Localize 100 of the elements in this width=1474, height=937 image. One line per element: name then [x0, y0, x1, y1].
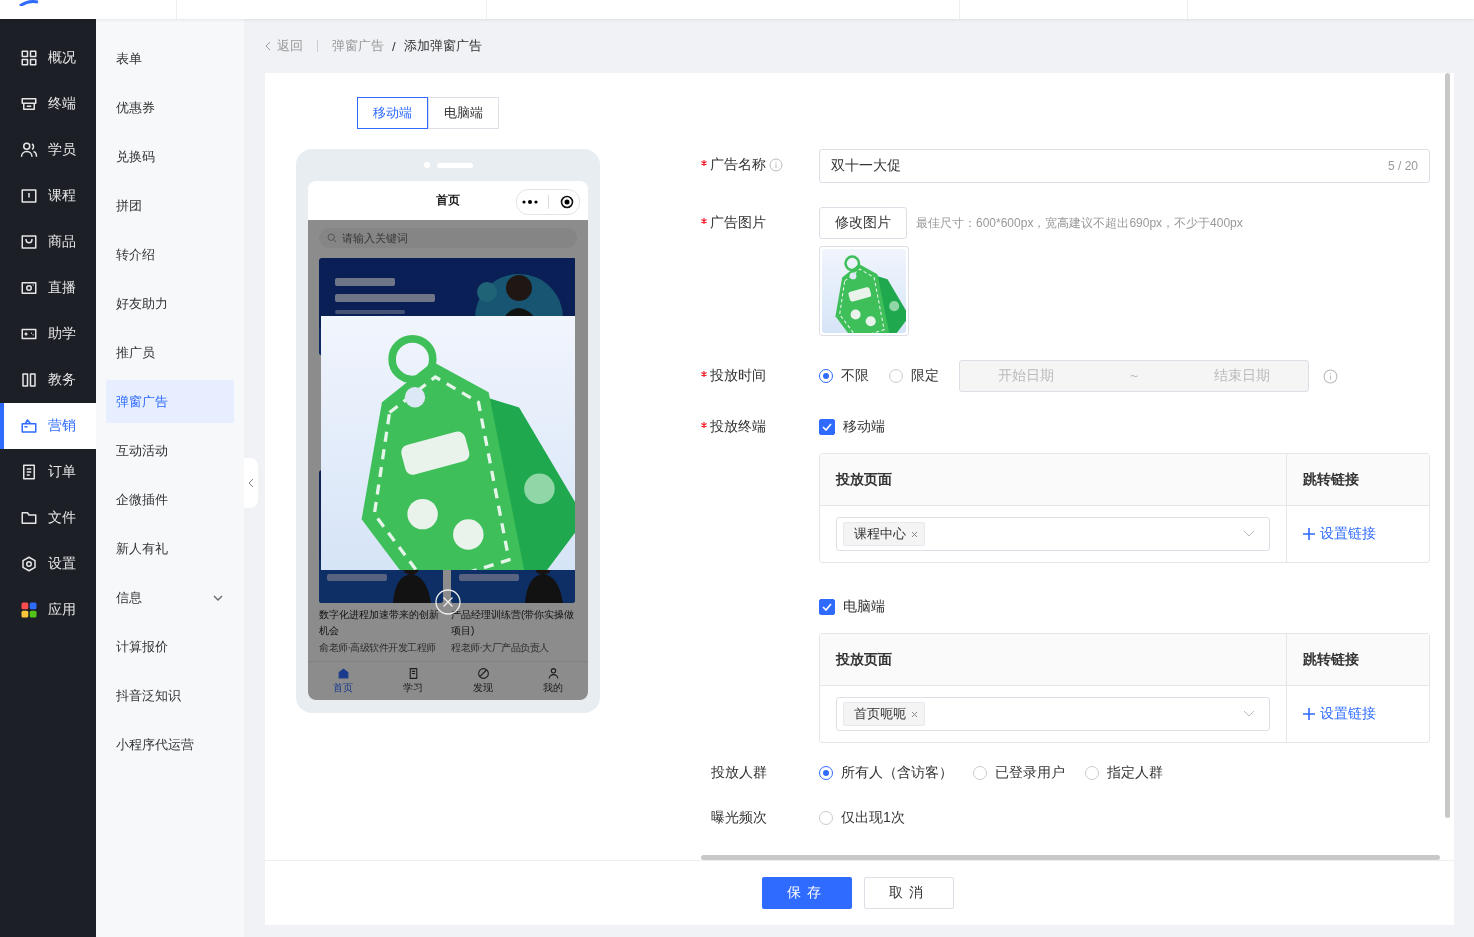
- column-header: 投放页面: [820, 634, 1286, 686]
- target-icon: [559, 195, 574, 209]
- radio-button[interactable]: [1085, 766, 1099, 780]
- page-title: 首页: [436, 192, 460, 209]
- nav-icon: [20, 509, 38, 527]
- sub-nav-item[interactable]: 新人有礼: [106, 527, 234, 570]
- nav-item[interactable]: 直播: [0, 265, 96, 311]
- chevron-left-icon: [248, 478, 254, 488]
- nav-icon: [20, 555, 38, 573]
- check-icon: [822, 423, 832, 431]
- nav-item[interactable]: 营销: [0, 403, 96, 449]
- scrollbar[interactable]: [1445, 73, 1450, 818]
- page-tag: 课程中心: [843, 522, 925, 546]
- nav-item[interactable]: 助学: [0, 311, 96, 357]
- sub-nav-item[interactable]: 转介绍: [106, 233, 234, 276]
- checkbox[interactable]: [819, 419, 835, 435]
- radio-label: 指定人群: [1107, 764, 1163, 782]
- page-select[interactable]: 首页呃呃: [836, 697, 1270, 731]
- checkbox-label: 移动端: [843, 418, 885, 436]
- column-header: 投放页面: [820, 454, 1286, 506]
- course-meta: 俞老师·高级软件开发工程师: [319, 641, 437, 655]
- change-image-button[interactable]: 修改图片: [819, 207, 907, 239]
- radio-button[interactable]: [819, 369, 833, 383]
- sub-nav-item[interactable]: 弹窗广告: [106, 380, 234, 423]
- apps-icon: [20, 601, 38, 619]
- nav-icon: [20, 417, 38, 435]
- sub-nav-item[interactable]: 信息: [106, 576, 234, 619]
- course-meta: 程老师·大厂产品负责人: [451, 641, 550, 655]
- nav-icon: [20, 141, 38, 159]
- nav-icon: [20, 187, 38, 205]
- course-title: 产品经理训练营(带你实操做项目): [451, 608, 575, 638]
- nav-icon: [20, 371, 38, 389]
- page-select[interactable]: 课程中心: [836, 517, 1270, 551]
- sub-nav-item[interactable]: 表单: [106, 37, 234, 80]
- tab-icon: [546, 667, 560, 680]
- checkbox-label: 电脑端: [843, 598, 885, 616]
- sub-nav-item[interactable]: 计算报价: [106, 625, 234, 668]
- nav-item[interactable]: 概况: [0, 35, 96, 81]
- page-tag: 首页呃呃: [843, 702, 925, 726]
- radio-label: 限定: [911, 367, 939, 385]
- nav-icon: [20, 95, 38, 113]
- char-counter: 5 / 20: [1387, 159, 1418, 173]
- caret-icon: [1243, 530, 1255, 538]
- column-header: 跳转链接: [1286, 634, 1429, 686]
- search-icon: [327, 233, 337, 243]
- bottom-tab[interactable]: 发现: [448, 662, 518, 700]
- radio-button[interactable]: [819, 811, 833, 825]
- nav-item[interactable]: 文件: [0, 495, 96, 541]
- breadcrumb-item: 添加弹窗广告: [403, 37, 482, 55]
- scrollbar[interactable]: [701, 855, 1440, 860]
- chevron-left-icon: [265, 41, 271, 51]
- collapse-handle[interactable]: [244, 458, 258, 508]
- sub-nav-item[interactable]: 推广员: [106, 331, 234, 374]
- breadcrumb-separator: /: [392, 38, 396, 54]
- radio-label: 已登录用户: [995, 764, 1065, 782]
- sub-nav-item[interactable]: 互动活动: [106, 429, 234, 472]
- checkbox[interactable]: [819, 599, 835, 615]
- bottom-tab[interactable]: 学习: [378, 662, 448, 700]
- bottom-tab[interactable]: 我的: [518, 662, 588, 700]
- device-tab[interactable]: 电脑端: [428, 97, 499, 129]
- name-input[interactable]: 双十一大促 5 / 20: [819, 149, 1430, 183]
- nav-item[interactable]: 应用: [0, 587, 96, 633]
- tab-icon: [476, 667, 490, 680]
- field-label: 曝光频次: [711, 809, 767, 827]
- column-header: 跳转链接: [1286, 454, 1429, 506]
- check-icon: [822, 603, 832, 611]
- radio-button[interactable]: [889, 369, 903, 383]
- device-tab[interactable]: 移动端: [357, 97, 428, 129]
- save-button[interactable]: 保存: [761, 877, 852, 909]
- nav-item[interactable]: 学员: [0, 127, 96, 173]
- radio-button[interactable]: [973, 766, 987, 780]
- sub-nav-item[interactable]: 拼团: [106, 184, 234, 227]
- field-label: 广告图片: [710, 214, 766, 232]
- field-label: 投放终端: [710, 418, 766, 436]
- info-icon: [1323, 368, 1338, 384]
- cancel-button[interactable]: 取消: [863, 877, 954, 909]
- nav-item[interactable]: 订单: [0, 449, 96, 495]
- nav-item[interactable]: 课程: [0, 173, 96, 219]
- tab-icon: [336, 667, 350, 680]
- nav-item[interactable]: 教务: [0, 357, 96, 403]
- sub-nav-item[interactable]: 兑换码: [106, 135, 234, 178]
- sub-nav-item[interactable]: 企微插件: [106, 478, 234, 521]
- nav-item[interactable]: 商品: [0, 219, 96, 265]
- nav-icon: [20, 463, 38, 481]
- field-label: 投放时间: [710, 367, 766, 385]
- remove-icon[interactable]: [911, 710, 918, 718]
- nav-item[interactable]: 设置: [0, 541, 96, 587]
- nav-icon: [20, 279, 38, 297]
- nav-icon: [20, 49, 38, 67]
- radio-button[interactable]: [819, 766, 833, 780]
- sub-nav-item[interactable]: 好友助力: [106, 282, 234, 325]
- nav-item[interactable]: 终端: [0, 81, 96, 127]
- set-link-button[interactable]: 设置链接: [1303, 705, 1376, 723]
- sub-nav-item[interactable]: 优惠券: [106, 86, 234, 129]
- sub-nav-item[interactable]: 抖音泛知识: [106, 674, 234, 717]
- sub-nav-item[interactable]: 小程序代运营: [106, 723, 234, 766]
- radio-label: 不限: [841, 367, 869, 385]
- set-link-button[interactable]: 设置链接: [1303, 525, 1376, 543]
- caret-icon: [1243, 710, 1255, 718]
- remove-icon[interactable]: [911, 530, 918, 538]
